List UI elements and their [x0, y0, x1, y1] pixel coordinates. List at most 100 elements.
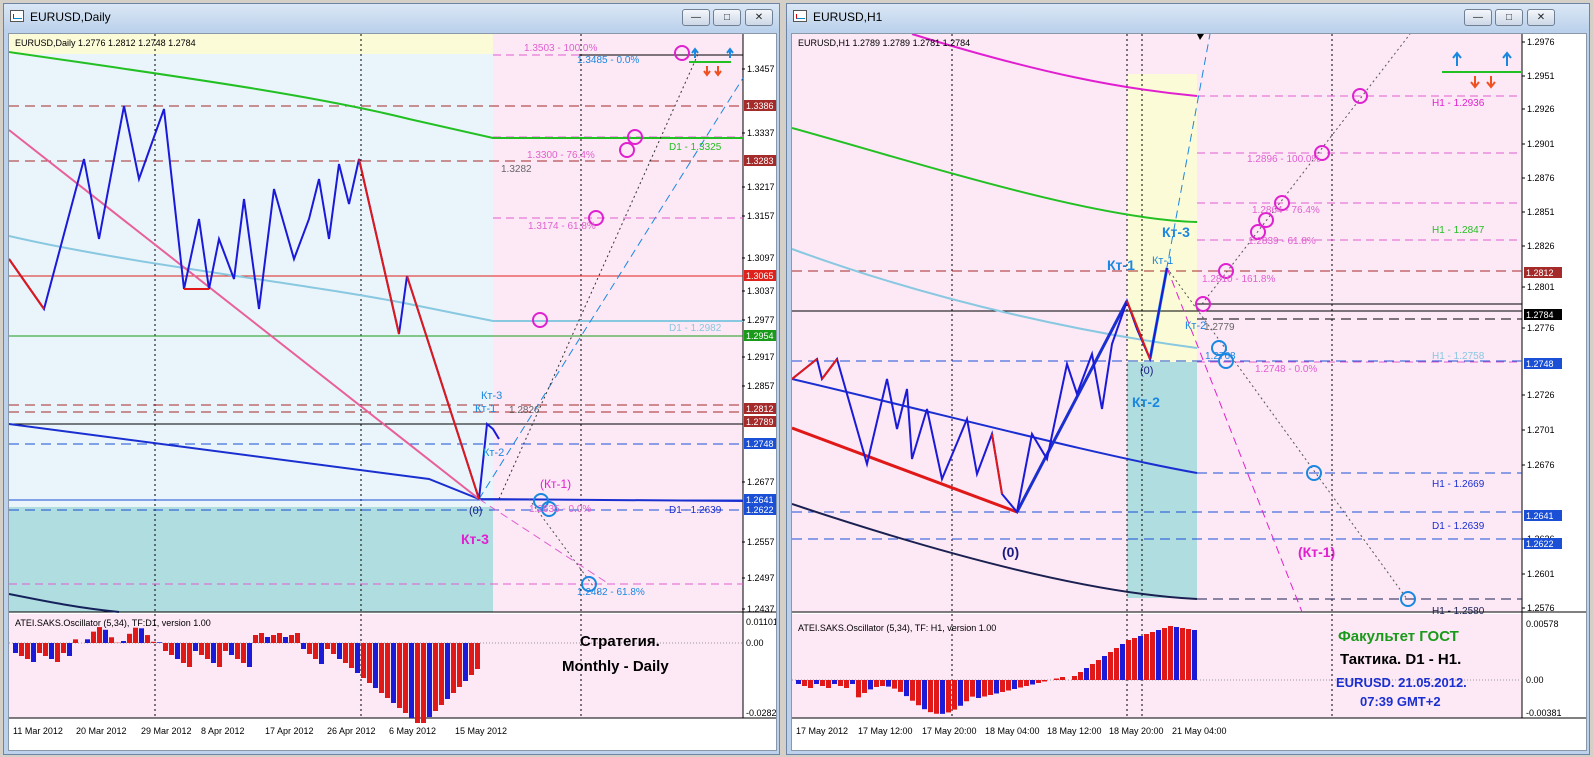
chart-area[interactable]: EURUSD,H1 1.2789 1.2789 1.2781 1.2784 H1…: [791, 33, 1587, 751]
osc-bar: [1024, 680, 1029, 686]
osc-bar: [970, 680, 975, 697]
osc-bar: [1102, 656, 1107, 680]
osc-scale: -0.02827: [746, 708, 777, 718]
price-tick-label: 1.2901: [1527, 139, 1555, 149]
osc-bar: [1018, 680, 1023, 688]
osc-label: ATEI.SAKS.Oscillator (5,34), TF:D1, vers…: [15, 618, 211, 628]
price-tick-label: 1.2857: [747, 381, 775, 391]
price-tag-label: 1.2954: [746, 331, 774, 341]
osc-bar: [1000, 680, 1005, 692]
strategy-title: Стратегия.: [580, 633, 660, 650]
osc-bar: [820, 680, 825, 686]
osc-bar: [85, 639, 90, 643]
point-label: (Кт-1): [540, 477, 571, 491]
osc-bar: [457, 643, 462, 687]
date-tick-label: 17 May 20:00: [922, 726, 977, 736]
price-tag-label: 1.2784: [1526, 310, 1554, 320]
osc-bar: [109, 637, 114, 643]
osc-bar: [91, 631, 96, 643]
osc-bar: [874, 680, 879, 687]
maximize-button[interactable]: □: [713, 9, 741, 26]
osc-bar: [157, 642, 162, 643]
close-button[interactable]: ✕: [745, 9, 773, 26]
point-label: (Кт-1): [1298, 544, 1335, 560]
osc-bar: [469, 643, 474, 675]
price-tick-label: 1.2851: [1527, 207, 1555, 217]
ma-label: D1 - 1.2639: [669, 505, 722, 516]
point-label: Кт-2: [1132, 394, 1160, 410]
price-tick-label: 1.2497: [747, 573, 775, 583]
osc-bar: [415, 643, 420, 723]
osc-bar: [169, 643, 174, 655]
price-tick-label: 1.2977: [747, 315, 775, 325]
date-tick-label: 18 May 12:00: [1047, 726, 1102, 736]
osc-bar: [253, 635, 258, 643]
price-tick-label: 1.2976: [1527, 37, 1555, 47]
osc-bar: [868, 680, 873, 690]
ma-label: H1 - 1.2758: [1432, 351, 1485, 362]
osc-bar: [832, 680, 837, 684]
chart-area[interactable]: EURUSD,Daily 1.2776 1.2812 1.2748 1.2784…: [8, 33, 777, 751]
date-tick-label: 17 May 2012: [796, 726, 848, 736]
osc-bar: [838, 680, 843, 686]
osc-bar: [994, 680, 999, 694]
chart-window-daily[interactable]: EURUSD,Daily — □ ✕ EURUSD,Daily 1.2776 1…: [3, 3, 780, 755]
osc-bar: [151, 641, 156, 643]
osc-bar: [982, 680, 987, 697]
minimize-button[interactable]: —: [682, 9, 710, 26]
title-bar[interactable]: EURUSD,H1 — □ ✕: [787, 4, 1589, 30]
osc-bar: [403, 643, 408, 713]
osc-bar: [1084, 668, 1089, 680]
osc-bar: [37, 643, 42, 653]
osc-bar: [163, 643, 168, 651]
osc-bar: [421, 643, 426, 723]
osc-bar: [814, 680, 819, 684]
date-tick-label: 17 May 12:00: [858, 726, 913, 736]
ma-label: H1 - 1.2669: [1432, 479, 1485, 490]
price-tick-label: 1.2601: [1527, 569, 1555, 579]
osc-bar: [427, 643, 432, 717]
osc-bar: [337, 643, 342, 659]
osc-bar: [385, 643, 390, 698]
osc-bar: [1072, 676, 1077, 680]
date-tick-label: 8 Apr 2012: [201, 726, 245, 736]
osc-bar: [265, 637, 270, 643]
date-tick-label: 18 May 04:00: [985, 726, 1040, 736]
osc-bar: [1120, 644, 1125, 680]
target-zone: [9, 507, 493, 612]
osc-bar: [325, 643, 330, 649]
price-tick-label: 1.3457: [747, 64, 775, 74]
osc-bar: [1156, 630, 1161, 680]
osc-bar: [796, 680, 801, 684]
date-tick-label: 17 Apr 2012: [265, 726, 314, 736]
osc-bar: [1036, 680, 1041, 683]
maximize-button[interactable]: □: [1495, 9, 1523, 26]
price-tick-label: 1.3037: [747, 286, 775, 296]
fib-label: 1.2810 - 161.8%: [1202, 274, 1275, 285]
osc-bar: [211, 643, 216, 663]
osc-bar: [1168, 626, 1173, 680]
osc-bar: [1096, 660, 1101, 680]
osc-bar: [1174, 627, 1179, 680]
date-axis: 17 May 2012 17 May 12:00 17 May 20:00 18 Ma…: [796, 726, 1227, 736]
fib-label: 1.2482 - 61.8%: [577, 587, 645, 598]
osc-bar: [880, 680, 885, 687]
minimize-button[interactable]: —: [1464, 9, 1492, 26]
close-button[interactable]: ✕: [1527, 9, 1555, 26]
osc-bar: [433, 643, 438, 711]
osc-bar: [934, 680, 939, 714]
osc-scale: 0.00: [746, 638, 764, 648]
ma-label: H1 - 1.2936: [1432, 98, 1485, 109]
price-tag-label: 1.2748: [1526, 359, 1554, 369]
price-tick-label: 1.3217: [747, 182, 775, 192]
point-label: Кт-1: [475, 403, 496, 415]
title-bar[interactable]: EURUSD,Daily — □ ✕: [4, 4, 779, 30]
chart-window-h1[interactable]: EURUSD,H1 — □ ✕ EURUSD,H1 1.2789 1.2789 …: [786, 3, 1590, 755]
price-tag-label: 1.2748: [746, 439, 774, 449]
price-tick-label: 1.2437: [747, 604, 775, 614]
point-label: Кт-3: [461, 531, 489, 547]
point-label: Кт-1: [1152, 255, 1173, 267]
osc-bar: [73, 639, 78, 643]
osc-bar: [463, 643, 468, 681]
chart-canvas: EURUSD,Daily 1.2776 1.2812 1.2748 1.2784…: [9, 34, 777, 736]
